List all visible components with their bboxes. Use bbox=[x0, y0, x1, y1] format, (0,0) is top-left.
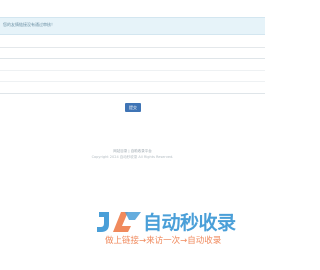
logo-mark-icon bbox=[97, 212, 141, 232]
footer-copyright: Copyright 2024 自动秒收录 All Rights Reserved… bbox=[91, 155, 174, 159]
notice-message: 您的友情链接没有通过审核！ bbox=[3, 22, 55, 27]
watermark-logo: 自动秒收录 做上链接→来访一次→自动收录 bbox=[95, 206, 255, 246]
form-row-divider bbox=[0, 81, 265, 82]
divider bbox=[0, 47, 265, 48]
submit-button[interactable]: 提交 bbox=[125, 103, 141, 112]
form-row-divider bbox=[0, 70, 265, 71]
footer-links[interactable]: 网站目录 | 自助收录平台 bbox=[0, 149, 265, 154]
link-form bbox=[0, 58, 265, 94]
notice-bar: 您的友情链接没有通过审核！ bbox=[0, 17, 265, 35]
watermark-brand: 自动秒收录 bbox=[143, 212, 236, 234]
watermark-tagline: 做上链接→来访一次→自动收录 bbox=[105, 236, 222, 246]
